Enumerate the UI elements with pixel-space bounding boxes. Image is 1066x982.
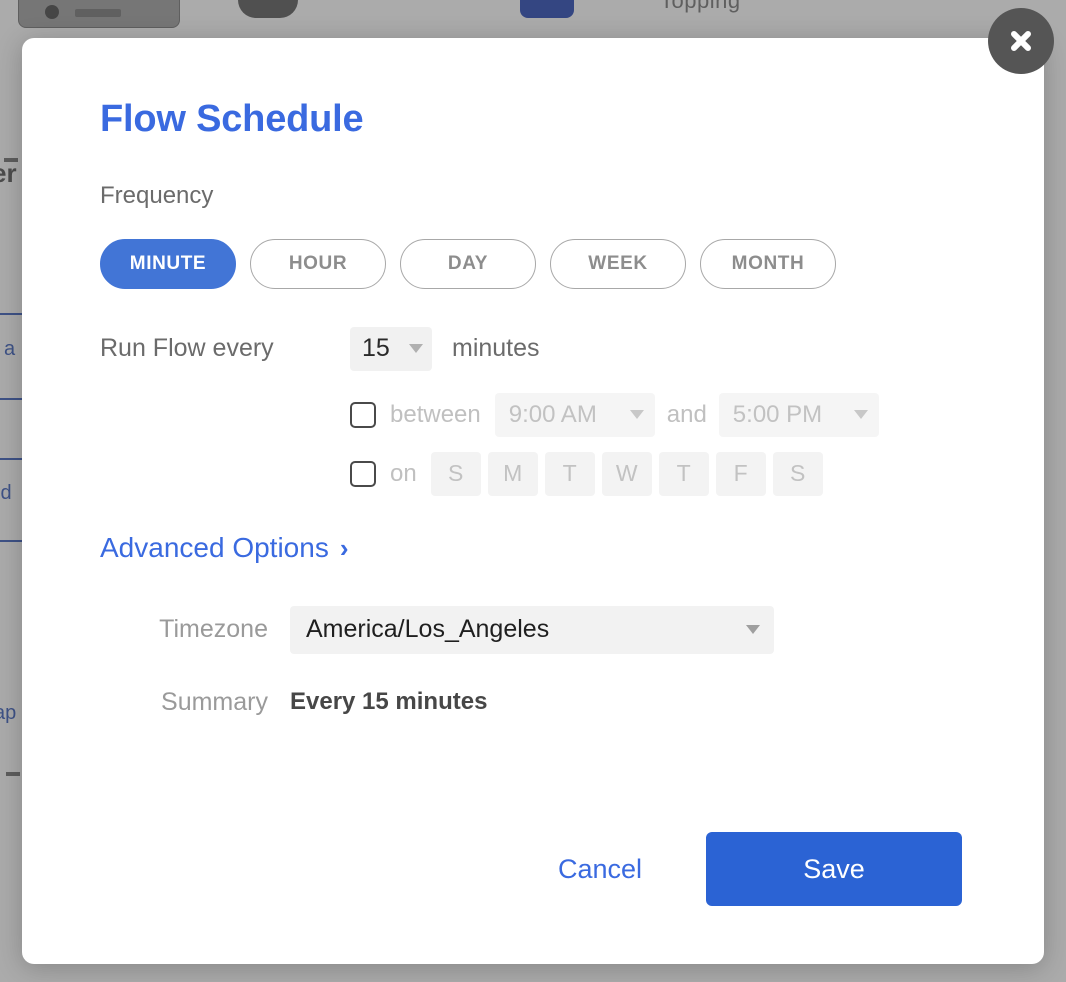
- days-label: on: [390, 459, 417, 487]
- start-time-select[interactable]: 9:00 AM: [494, 392, 655, 437]
- timezone-select[interactable]: America/Los_Angeles: [290, 605, 774, 654]
- day-toggle-sunday[interactable]: S: [430, 451, 481, 496]
- end-time-select[interactable]: 5:00 PM: [718, 392, 879, 437]
- summary-value: Every 15 minutes: [290, 688, 488, 716]
- dialog-content: Flow Schedule Frequency MINUTE HOUR DAY …: [22, 38, 1044, 964]
- timezone-label: Timezone: [159, 615, 268, 644]
- day-toggle-thursday[interactable]: T: [658, 451, 709, 496]
- frequency-option-day[interactable]: DAY: [400, 238, 536, 289]
- close-icon: [1011, 31, 1031, 51]
- run-interval-label: Run Flow every: [100, 334, 274, 363]
- frequency-option-minute[interactable]: MINUTE: [100, 238, 236, 289]
- frequency-option-hour[interactable]: HOUR: [250, 238, 386, 289]
- day-toggle-monday[interactable]: M: [487, 451, 538, 496]
- interval-select-value: 15: [362, 334, 390, 363]
- days-of-week-row: on S M T W T F S: [350, 451, 972, 496]
- day-toggle-tuesday[interactable]: T: [544, 451, 595, 496]
- run-interval-row: Run Flow every 15 minutes: [100, 326, 972, 371]
- start-time-value: 9:00 AM: [508, 400, 597, 428]
- timezone-select-value: America/Los_Angeles: [306, 615, 550, 644]
- frequency-option-week[interactable]: WEEK: [550, 238, 686, 289]
- frequency-label: Frequency: [100, 181, 214, 209]
- between-checkbox[interactable]: [350, 401, 376, 428]
- summary-row: Summary Every 15 minutes: [100, 688, 972, 717]
- frequency-option-month[interactable]: MONTH: [700, 238, 836, 289]
- chevron-down-icon: [629, 410, 644, 420]
- frequency-option-group: MINUTE HOUR DAY WEEK MONTH: [100, 238, 972, 289]
- chevron-down-icon: [746, 625, 760, 635]
- interval-select[interactable]: 15: [350, 326, 432, 371]
- between-label: between: [390, 400, 481, 428]
- day-toggle-group: S M T W T F S: [430, 451, 823, 496]
- advanced-options-link[interactable]: Advanced Options ›: [100, 532, 348, 564]
- close-button[interactable]: [988, 8, 1054, 74]
- timezone-row: Timezone America/Los_Angeles: [100, 605, 972, 654]
- end-time-value: 5:00 PM: [732, 400, 823, 428]
- cancel-button[interactable]: Cancel: [558, 854, 642, 885]
- between-time-row: between 9:00 AM and 5:00 PM: [350, 392, 972, 437]
- advanced-options-label: Advanced Options: [100, 531, 329, 563]
- chevron-right-icon: ›: [339, 532, 349, 563]
- day-toggle-saturday[interactable]: S: [772, 451, 823, 496]
- save-button[interactable]: Save: [706, 832, 962, 906]
- flow-schedule-dialog: Flow Schedule Frequency MINUTE HOUR DAY …: [22, 38, 1044, 964]
- days-checkbox[interactable]: [350, 460, 376, 487]
- between-conjunction-label: and: [666, 400, 707, 428]
- app-root: Topping er l a ld ap Flow Schedule Frequ…: [0, 0, 1066, 982]
- summary-label: Summary: [161, 687, 268, 716]
- chevron-down-icon: [853, 410, 868, 420]
- interval-unit-label: minutes: [452, 334, 540, 363]
- page-title: Flow Schedule: [100, 98, 364, 140]
- day-toggle-friday[interactable]: F: [715, 451, 766, 496]
- day-toggle-wednesday[interactable]: W: [601, 451, 652, 496]
- chevron-down-icon: [409, 344, 423, 354]
- dialog-footer: Cancel Save: [558, 832, 962, 906]
